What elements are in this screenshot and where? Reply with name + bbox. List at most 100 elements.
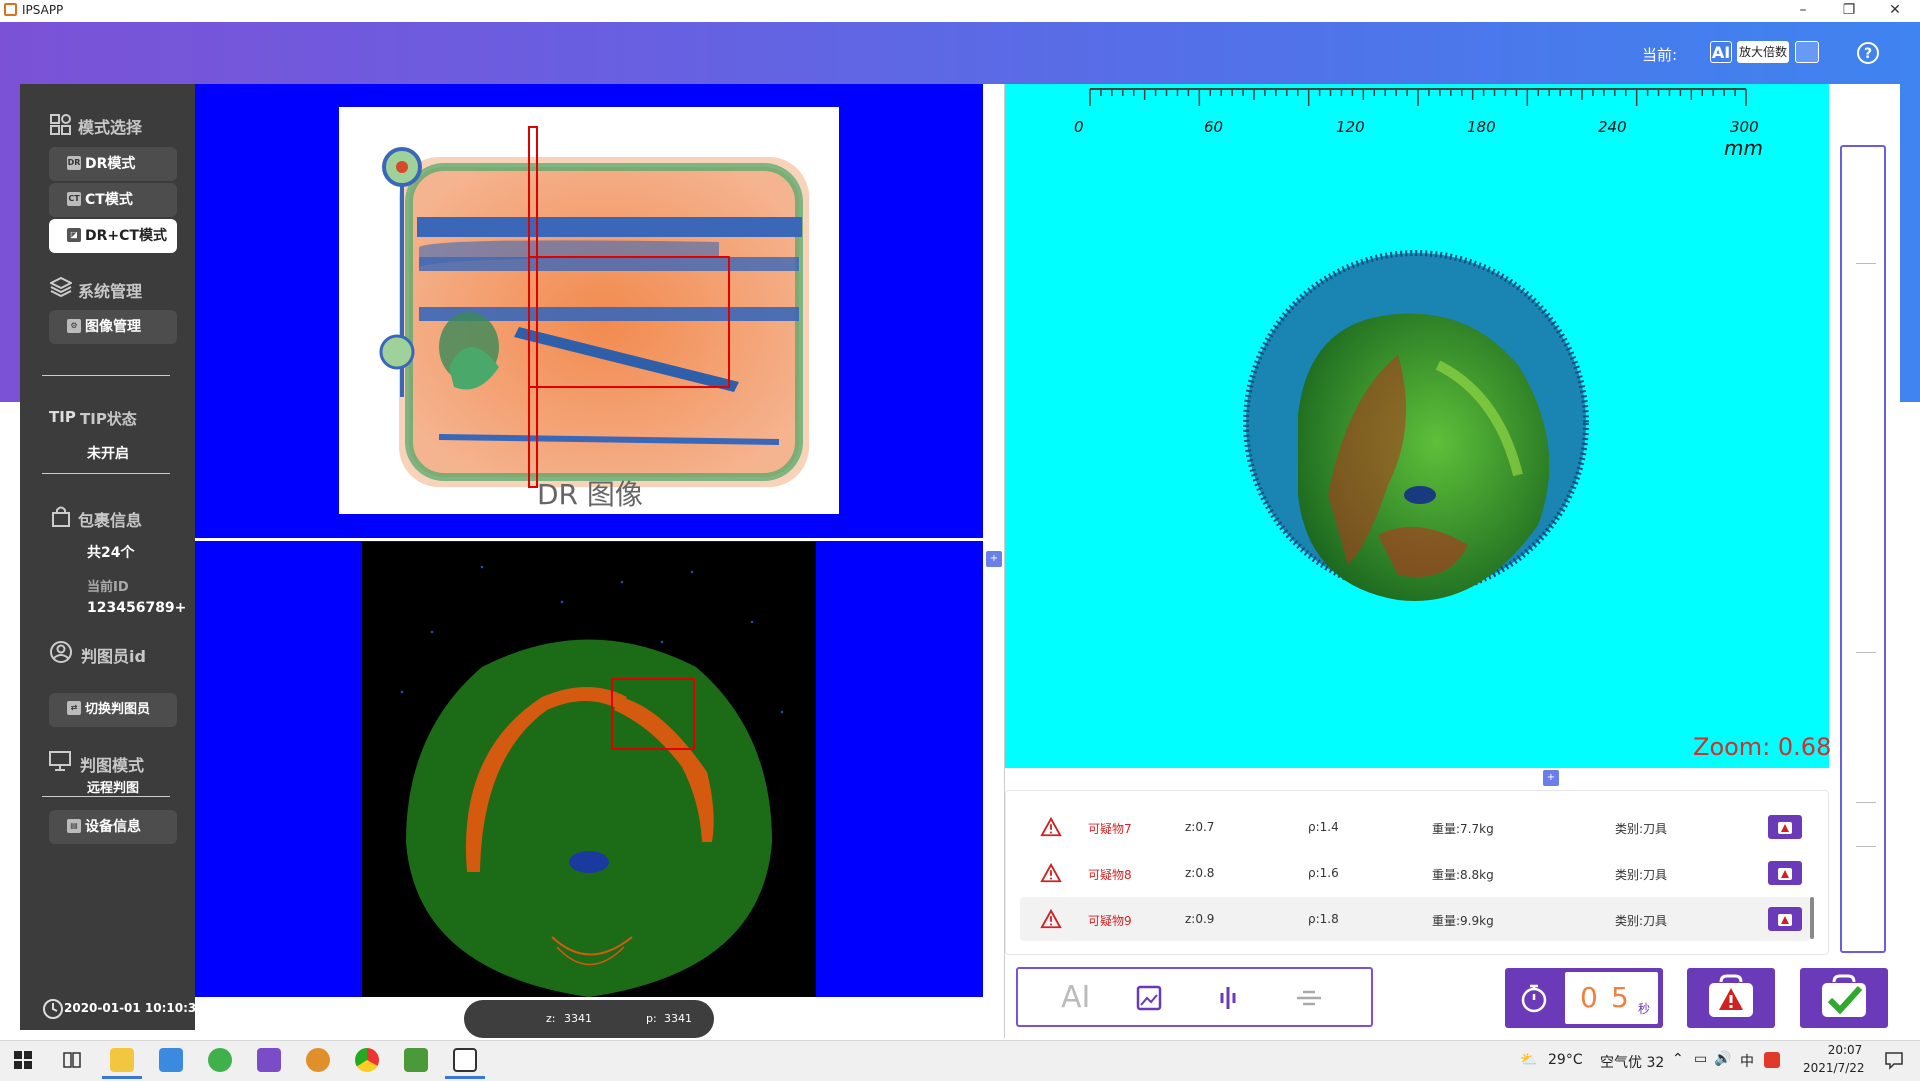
package-count: 共24个 xyxy=(87,545,135,561)
zoom-factor-button[interactable]: 放大倍数 xyxy=(1737,41,1789,63)
suspect-rho: ρ:1.4 xyxy=(1308,820,1339,834)
suspect-weight: 重量:8.8kg xyxy=(1432,868,1494,882)
ruler-label-300: 300 xyxy=(1730,118,1759,136)
close-button[interactable]: ✕ xyxy=(1872,0,1918,22)
image-management-button[interactable]: ⚙ 图像管理 xyxy=(49,310,177,344)
judge-mode-section-title: 判图模式 xyxy=(80,756,145,775)
warning-icon xyxy=(1040,908,1062,929)
mark-danger-button[interactable] xyxy=(1687,968,1775,1028)
image-viewer-icon[interactable] xyxy=(404,1048,428,1072)
app-header xyxy=(0,22,1920,84)
chevron-up-icon[interactable]: ⌃ xyxy=(1672,1051,1684,1067)
danger-bag-icon xyxy=(1778,822,1792,834)
suspect-row-selected[interactable]: 可疑物9 z:0.9 ρ:1.8 重量:9.9kg 类别:刀具 xyxy=(1020,897,1810,941)
ct-3d-render xyxy=(1243,250,1589,602)
ipsapp-taskbar-icon[interactable] xyxy=(453,1048,477,1072)
search-tool-icon[interactable] xyxy=(306,1048,330,1072)
chrome-icon[interactable] xyxy=(355,1048,379,1072)
help-icon[interactable]: ? xyxy=(1857,42,1879,64)
ct-mode-button[interactable]: CT CT模式 xyxy=(49,183,177,217)
tip-section-title: TIP状态 xyxy=(80,410,137,428)
waveform-icon[interactable] xyxy=(1218,985,1238,1011)
alert-bag-button[interactable] xyxy=(1768,815,1802,839)
ruler-label-0: 0 xyxy=(1074,118,1084,136)
ai-tool-button[interactable]: AI xyxy=(1061,980,1090,1015)
active-app-indicator xyxy=(102,1076,142,1079)
align-icon[interactable] xyxy=(1295,985,1323,1011)
suspect-rho: ρ:1.6 xyxy=(1308,866,1339,880)
splitter-handle-icon[interactable]: + xyxy=(986,551,1002,567)
list-scrollbar[interactable] xyxy=(1810,897,1814,939)
weather-temp[interactable]: 29°C xyxy=(1548,1052,1583,1068)
window-title: IPSAPP xyxy=(22,3,64,17)
dr-image-label: DR 图像 xyxy=(537,478,643,511)
ct-slice-scan xyxy=(400,565,784,997)
dr-mode-button[interactable]: DR DR模式 xyxy=(49,147,177,181)
gear-icon: ⚙ xyxy=(67,318,81,333)
alert-bag-button[interactable] xyxy=(1768,861,1802,885)
ct-slice-image[interactable] xyxy=(362,542,816,997)
bag-icon xyxy=(52,506,70,527)
judge-mode-value: 远程判图 xyxy=(87,781,140,796)
sogou-icon[interactable] xyxy=(1764,1052,1780,1068)
package-section-title: 包裹信息 xyxy=(78,511,143,530)
suspect-z: z:0.7 xyxy=(1185,820,1215,834)
input-method-icon[interactable]: 中 xyxy=(1740,1051,1754,1071)
mark-safe-button[interactable] xyxy=(1800,968,1888,1028)
suspect-weight: 重量:7.7kg xyxy=(1432,822,1494,836)
device-info-button[interactable]: ▤ 设备信息 xyxy=(49,810,177,844)
clock-date[interactable]: 2021/7/22 xyxy=(1803,1061,1865,1075)
clock-time[interactable]: 20:07 xyxy=(1815,1043,1875,1057)
danger-bag-icon xyxy=(1778,868,1792,880)
suspect-name: 可疑物9 xyxy=(1088,914,1132,928)
warning-icon xyxy=(1040,816,1062,837)
device-info-label: 设备信息 xyxy=(85,819,141,835)
file-explorer-icon[interactable] xyxy=(110,1048,134,1072)
wechat-icon[interactable] xyxy=(208,1048,232,1072)
feishu-icon[interactable] xyxy=(159,1048,183,1072)
volume-icon[interactable]: 🔊 xyxy=(1714,1051,1731,1067)
right-scroll-column[interactable] xyxy=(1840,145,1886,953)
tip-status-value: 未开启 xyxy=(87,446,129,462)
ai-toggle-button[interactable]: AI xyxy=(1710,41,1732,63)
image-enhance-icon[interactable] xyxy=(1136,985,1162,1011)
dr-ct-mode-label: DR+CT模式 xyxy=(85,228,167,244)
suspect-category: 类别:刀具 xyxy=(1615,822,1668,836)
ruler-label-240: 240 xyxy=(1598,118,1627,136)
suspect-z: z:0.9 xyxy=(1185,912,1215,926)
suspect-rho: ρ:1.8 xyxy=(1308,912,1339,926)
restore-button[interactable]: ❐ xyxy=(1826,0,1872,22)
air-quality[interactable]: 空气优 32 xyxy=(1600,1052,1664,1072)
ruler-label-60: 60 xyxy=(1204,118,1224,136)
dr-ct-mode-button[interactable]: ◪ DR+CT模式 xyxy=(49,219,177,253)
warning-icon xyxy=(1040,862,1062,883)
splitter-handle-icon[interactable]: + xyxy=(1543,770,1559,786)
decor-band-left xyxy=(0,84,20,402)
display-toggle-button[interactable] xyxy=(1795,41,1819,63)
network-icon[interactable]: ▭ xyxy=(1694,1051,1707,1067)
scroll-tick xyxy=(1856,652,1876,653)
title-bar: IPSAPP – ❐ ✕ xyxy=(0,0,1920,23)
suspect-row[interactable]: 可疑物7 z:0.7 ρ:1.4 重量:7.7kg 类别:刀具 xyxy=(1020,805,1810,849)
switch-inspector-label: 切换判图员 xyxy=(85,702,151,717)
minimize-button[interactable]: – xyxy=(1780,0,1826,22)
mode-section-title: 模式选择 xyxy=(78,118,143,137)
suspect-name: 可疑物7 xyxy=(1088,822,1132,836)
notification-icon[interactable] xyxy=(1884,1050,1904,1070)
monitor-icon xyxy=(49,751,71,771)
grid-icon xyxy=(50,114,71,135)
switch-inspector-button[interactable]: ⇄ 切换判图员 xyxy=(49,693,177,727)
ct-mode-label: CT模式 xyxy=(85,192,133,208)
suspect-row[interactable]: 可疑物8 z:0.8 ρ:1.6 重量:8.8kg 类别:刀具 xyxy=(1020,851,1810,895)
clock-icon xyxy=(43,999,63,1019)
dr-icon: DR xyxy=(67,155,81,170)
alert-bag-button[interactable] xyxy=(1768,907,1802,931)
visual-studio-icon[interactable] xyxy=(257,1048,281,1072)
task-view-icon[interactable] xyxy=(62,1050,82,1070)
current-id-value: 123456789+ xyxy=(87,600,187,616)
suspect-name: 可疑物8 xyxy=(1088,868,1132,882)
image-management-label: 图像管理 xyxy=(85,319,141,335)
device-icon: ▤ xyxy=(67,818,81,833)
dr-image[interactable] xyxy=(339,107,839,514)
windows-start-icon[interactable] xyxy=(14,1051,32,1069)
